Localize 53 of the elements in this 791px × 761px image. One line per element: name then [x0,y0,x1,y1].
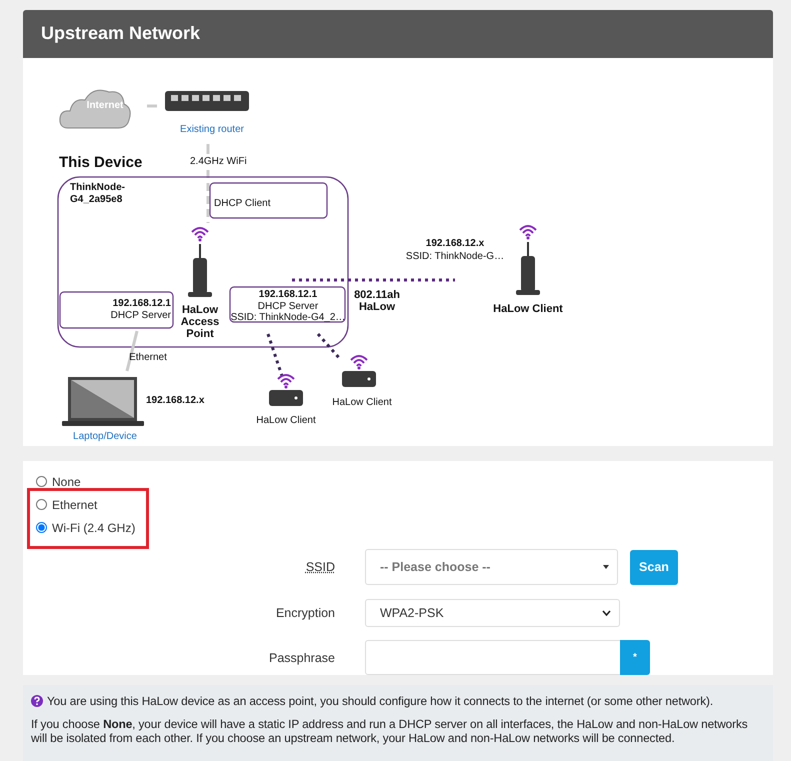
show-password-button[interactable]: * [620,640,650,675]
diagram-label: 192.168.12.x [426,238,484,250]
field-label: SSID [304,560,335,574]
field-label: Encryption [274,606,335,620]
diagram-label: DHCP Server [258,301,318,312]
diagram-label: Ethernet [129,352,167,364]
diagram-label: HaLow Access Point [180,304,220,340]
diagram-label: HaLow Client [493,303,563,315]
diagram-label: ThinkNode-G4_2a95e8 [70,182,126,206]
ssid-dropdown[interactable]: -- Please choose -- [365,549,618,585]
diagram-label: 192.168.12.x [146,395,204,407]
radio-button[interactable] [36,476,47,487]
diagram-label: HaLow Client [256,415,316,427]
diagram-label: 192.168.12.1 [258,289,318,301]
diagram-label: SSID: ThinkNode-G… [406,251,504,263]
diagram-label: 802.11ah HaLow [353,289,401,313]
field-label: Passphrase [268,650,335,664]
diagram-label: 192.168.12.1 [112,298,171,310]
cloud-icon [59,90,131,128]
laptop-icon [62,377,144,426]
connection-line [206,144,210,154]
diagram-label: DHCP Client [214,198,270,210]
client-device-icon [342,355,376,387]
panel-title: Upstream Network [23,10,773,58]
caret-icon [603,565,609,569]
encryption-select[interactable]: WPA2-PSK [365,599,620,627]
diagram-label: Internet [86,100,124,112]
diagram-heading: This Device [59,154,142,171]
halow-link [316,333,342,361]
diagram-label: DHCP Server [110,310,171,322]
passphrase-field[interactable] [365,640,621,675]
info-text: You are using this HaLow device as an access point, you should configure how it connects to the internet (or some other network). [47,694,714,708]
radio-label[interactable]: Wi-Fi (2.4 GHz) [52,520,136,534]
radio-label[interactable]: Ethernet [52,498,98,512]
radio-label[interactable]: None [52,474,81,488]
access-point-icon [188,227,212,297]
connection-line [206,170,210,223]
access-point-icon [516,225,540,295]
halow-link [266,334,284,376]
diagram-link[interactable]: Existing router [180,124,244,136]
diagram-label: SSID: ThinkNode-G4_2… [230,312,346,324]
client-device-icon [269,374,303,406]
diagram-label: HaLow Client [332,397,392,409]
diagram-label: 2.4GHz WiFi [190,156,247,168]
router-icon [165,91,249,111]
radio-button[interactable] [36,522,47,533]
radio-button[interactable] [36,499,47,510]
chevron-icon [602,610,611,616]
connection-line [147,104,157,108]
scan-button[interactable]: Scan [630,550,678,584]
help-icon [31,695,43,707]
diagram-link[interactable]: Laptop/Device [73,431,137,443]
info-text: If you choose None, your device will have a static IP address and run a DHCP server on all interfaces, the HaLow and non-HaLow networks will be isolated from each other. If you choose an upstream network, your HaLow and non-HaLow networks will be connected. [31,717,749,745]
